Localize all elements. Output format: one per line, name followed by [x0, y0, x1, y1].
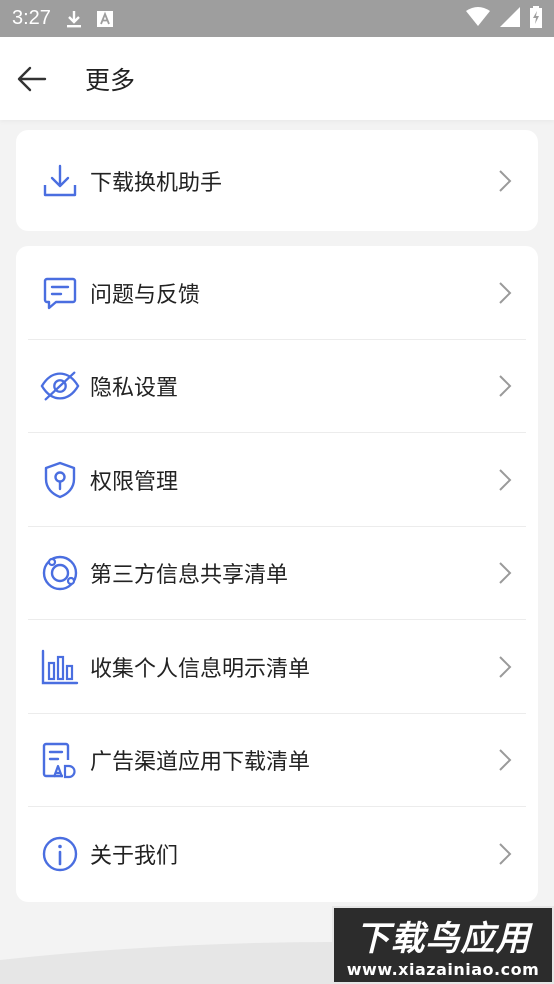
font-status-icon	[96, 10, 113, 27]
chevron-right-icon	[499, 656, 512, 678]
row-label: 下载换机助手	[90, 170, 223, 196]
arrow-left-icon	[17, 66, 47, 91]
orbit-icon	[40, 553, 80, 593]
chevron-right-icon	[499, 375, 512, 397]
row-privacy-settings[interactable]: 隐私设置	[16, 340, 538, 434]
watermark: 下载鸟应用 www.xiazainiao.com	[332, 906, 554, 984]
shield-icon	[40, 460, 80, 500]
row-about-us[interactable]: 关于我们	[16, 807, 538, 901]
battery-icon	[530, 5, 542, 32]
feedback-icon	[40, 273, 80, 313]
info-icon	[40, 834, 80, 874]
bar-chart-icon	[40, 647, 80, 687]
row-ad-channel-download-list[interactable]: 广告渠道应用下载清单	[16, 714, 538, 808]
row-label: 关于我们	[90, 843, 179, 869]
status-time: 3:27	[12, 7, 51, 29]
row-label: 收集个人信息明示清单	[90, 656, 311, 682]
back-button[interactable]	[15, 62, 49, 96]
row-label: 隐私设置	[90, 376, 179, 402]
row-download-transfer-assistant[interactable]: 下载换机助手	[16, 130, 538, 231]
row-third-party-sharing-list[interactable]: 第三方信息共享清单	[16, 527, 538, 621]
eye-off-icon	[40, 366, 80, 406]
row-label: 问题与反馈	[90, 282, 201, 308]
status-bar: 3:27	[0, 0, 554, 37]
chevron-right-icon	[499, 169, 512, 192]
page-title: 更多	[85, 65, 136, 95]
watermark-url: www.xiazainiao.com	[346, 960, 540, 979]
row-label: 第三方信息共享清单	[90, 563, 289, 589]
row-label: 权限管理	[90, 469, 179, 495]
row-permission-management[interactable]: 权限管理	[16, 433, 538, 527]
transfer-card: 下载换机助手	[16, 130, 538, 231]
chevron-right-icon	[499, 282, 512, 304]
row-feedback[interactable]: 问题与反馈	[16, 246, 538, 340]
settings-card: 问题与反馈 隐私设置 权限管理 第三方信息共享清单 收集个人信息明示清单 广告渠…	[16, 246, 538, 902]
chevron-right-icon	[499, 469, 512, 491]
ad-document-icon	[40, 740, 80, 780]
signal-icon	[500, 6, 520, 31]
status-right	[466, 5, 542, 32]
download-icon	[40, 161, 80, 201]
chevron-right-icon	[499, 562, 512, 584]
chevron-right-icon	[499, 749, 512, 771]
top-app-bar: 更多	[0, 37, 554, 120]
row-personal-info-collection-list[interactable]: 收集个人信息明示清单	[16, 620, 538, 714]
watermark-title: 下载鸟应用	[355, 919, 531, 959]
row-label: 广告渠道应用下载清单	[90, 750, 311, 776]
wifi-icon	[466, 6, 490, 31]
download-status-icon	[65, 9, 83, 29]
chevron-right-icon	[499, 843, 512, 865]
